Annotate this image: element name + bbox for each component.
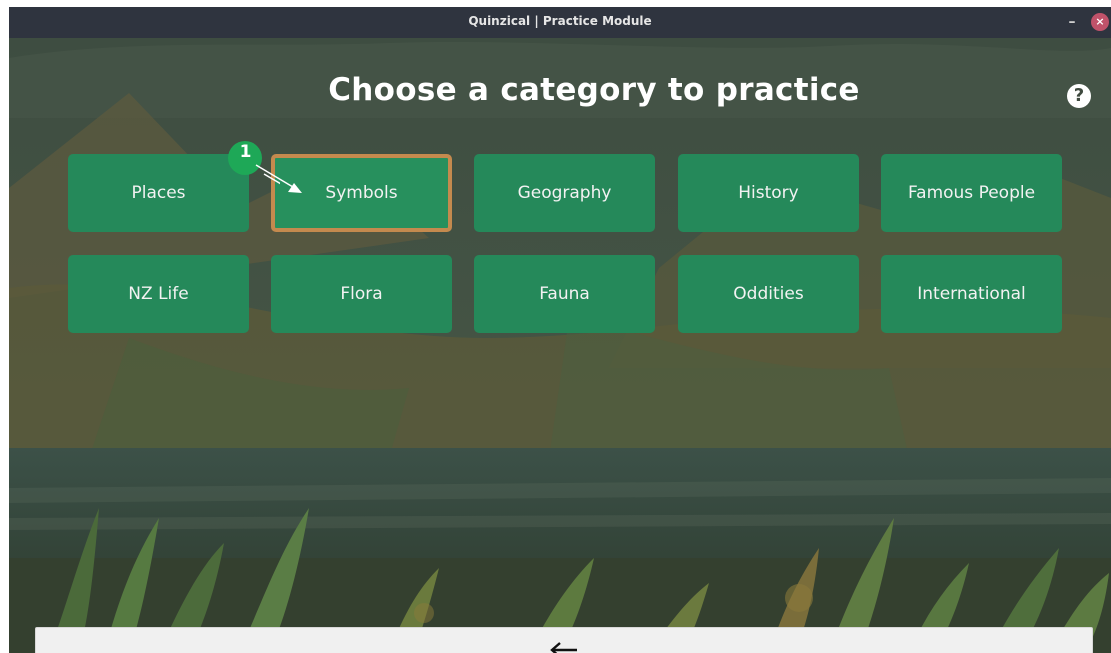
back-button[interactable]	[35, 627, 1093, 653]
category-button-geography[interactable]: Geography	[474, 154, 655, 232]
background-landscape	[9, 38, 1111, 653]
category-button-oddities[interactable]: Oddities	[678, 255, 859, 333]
category-button-history[interactable]: History	[678, 154, 859, 232]
minimize-icon[interactable]: –	[1065, 7, 1079, 36]
category-button-famous-people[interactable]: Famous People	[881, 154, 1062, 232]
close-icon[interactable]: ×	[1091, 13, 1109, 31]
practice-screen: Choose a category to practice ? Places S…	[9, 38, 1111, 653]
window-title: Quinzical | Practice Module	[468, 14, 652, 28]
step-marker-label: 1	[239, 142, 252, 162]
page-heading: Choose a category to practice	[328, 72, 860, 108]
arrow-left-icon	[36, 628, 1092, 653]
category-button-international[interactable]: International	[881, 255, 1062, 333]
app-window: Quinzical | Practice Module – × Choose a…	[9, 7, 1111, 653]
step-arrow-icon	[255, 164, 302, 193]
question-circle-icon[interactable]: ?	[1067, 84, 1091, 108]
category-button-flora[interactable]: Flora	[271, 255, 452, 333]
category-button-nz-life[interactable]: NZ Life	[68, 255, 249, 333]
title-bar: Quinzical | Practice Module – ×	[9, 7, 1111, 38]
category-button-fauna[interactable]: Fauna	[474, 255, 655, 333]
